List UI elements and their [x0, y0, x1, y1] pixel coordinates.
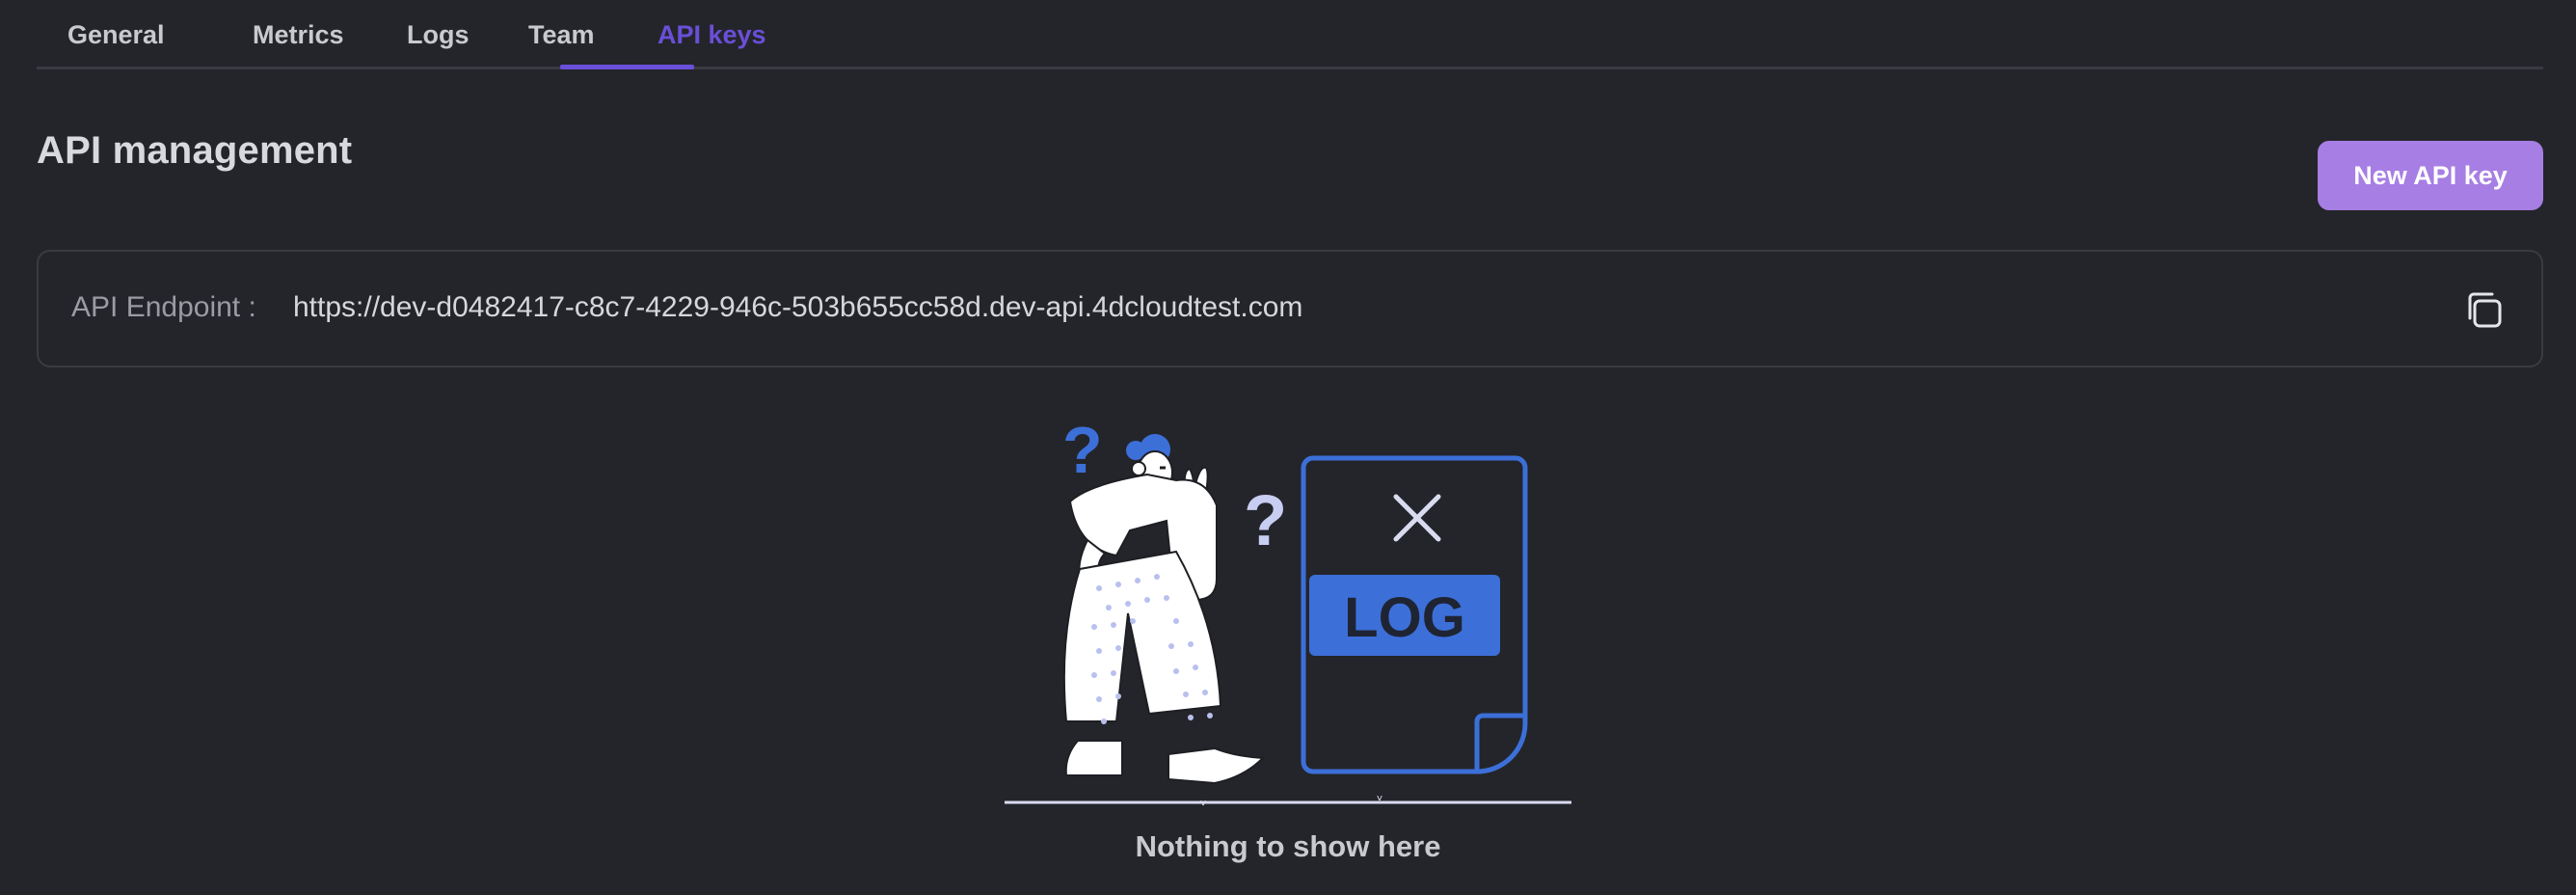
new-api-key-button[interactable]: New API key [2318, 141, 2543, 210]
empty-state-message: Nothing to show here [1135, 829, 1441, 863]
active-tab-indicator [560, 65, 694, 69]
page-title: API management [37, 129, 353, 172]
svg-text:ᵥ: ᵥ [1200, 791, 1207, 809]
tab-general[interactable]: General [37, 0, 196, 49]
api-endpoint-label: API Endpoint : [71, 291, 256, 323]
empty-state-illustration: ? ? LOG ᵥ ᵥ [1003, 414, 1581, 810]
tab-team[interactable]: Team [497, 0, 626, 49]
question-mark-icon: ? [1062, 415, 1103, 487]
tab-api-keys[interactable]: API keys [627, 0, 797, 49]
page: General Metrics Logs Team API keys API m… [0, 0, 2576, 895]
tab-bar: General Metrics Logs Team API keys [37, 0, 2543, 69]
tab-metrics[interactable]: Metrics [222, 0, 375, 49]
api-endpoint-panel: API Endpoint : https://dev-d0482417-c8c7… [37, 250, 2543, 367]
api-endpoint-url[interactable]: https://dev-d0482417-c8c7-4229-946c-503b… [293, 291, 1302, 324]
svg-text:ᵥ: ᵥ [1377, 786, 1383, 804]
question-mark-icon: ? [1244, 480, 1287, 560]
log-label: LOG [1344, 586, 1465, 649]
copy-icon[interactable] [2462, 288, 2507, 333]
tab-logs[interactable]: Logs [376, 0, 500, 49]
